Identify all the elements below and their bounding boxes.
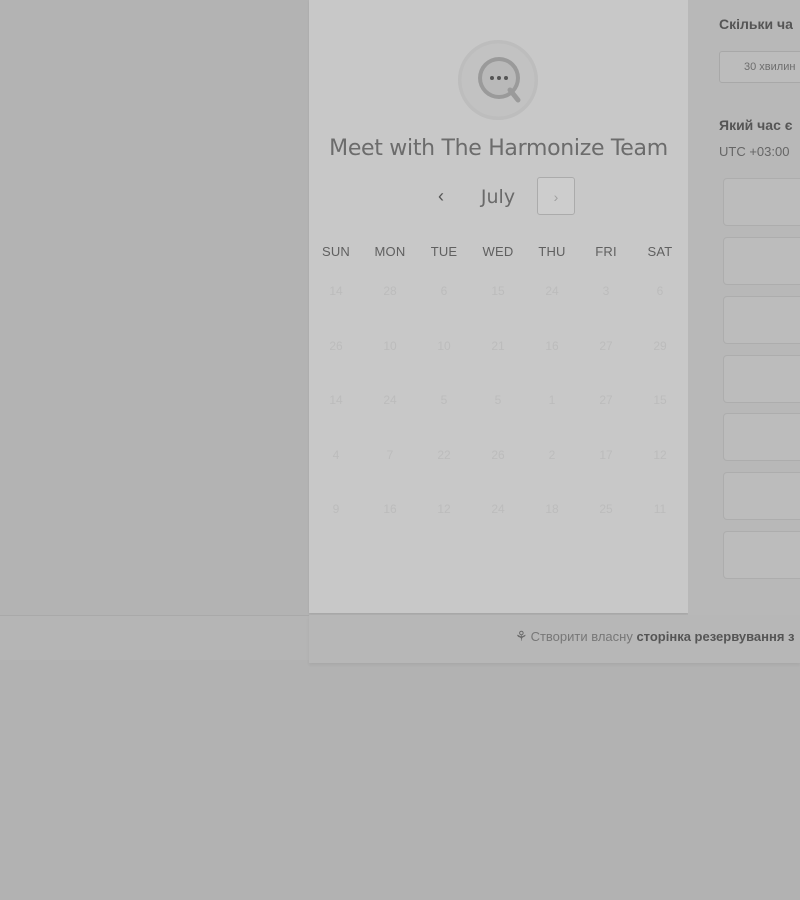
- time-slot[interactable]: [723, 237, 800, 285]
- calendar-day: 3: [602, 284, 610, 298]
- weekday-mon: MON: [374, 244, 406, 259]
- calendar-day: 24: [491, 502, 505, 516]
- calendar-day: 22: [437, 447, 451, 462]
- weekday-header: SUN MON TUE WED THU FRI SAT: [309, 244, 688, 264]
- calendar-day: 6: [440, 284, 448, 298]
- calendar-day: 17: [599, 447, 613, 462]
- time-slot[interactable]: [723, 355, 800, 403]
- team-avatar: [458, 40, 538, 120]
- footer-text: Створити власну: [530, 629, 637, 644]
- next-month-button[interactable]: ›: [537, 177, 575, 215]
- calendar-day: 12: [653, 447, 667, 462]
- calendar-day: 24: [383, 393, 397, 407]
- duration-option-button[interactable]: 30 хвилин: [719, 51, 800, 83]
- calendar-day: 10: [383, 338, 397, 353]
- calendar-day: 16: [383, 502, 397, 516]
- calendar-day: 27: [599, 338, 613, 353]
- calendar-day: 1: [548, 393, 556, 407]
- calendar-day: 24: [545, 284, 559, 298]
- calendar-day: 15: [653, 393, 667, 407]
- calendar-day: 2: [548, 447, 556, 462]
- previous-month-button[interactable]: ‹: [427, 182, 455, 210]
- month-label: July: [480, 186, 516, 208]
- sprocket-icon: ⚘: [515, 628, 528, 644]
- weekday-fri: FRI: [595, 244, 617, 259]
- time-label: Який час є: [719, 117, 793, 133]
- calendar-day: 9: [332, 502, 340, 516]
- duration-label: Скільки ча: [719, 16, 793, 32]
- calendar-day: 18: [545, 502, 559, 516]
- calendar-day: 14: [329, 284, 343, 298]
- weekday-sat: SAT: [647, 244, 673, 259]
- time-slot[interactable]: [723, 472, 800, 520]
- page-title: Meet with The Harmonize Team: [329, 136, 668, 161]
- calendar-day: 29: [653, 338, 667, 353]
- time-selection-panel: Скільки ча 30 хвилин Який час є UTC +03:…: [688, 0, 800, 615]
- calendar-day: 4: [332, 447, 340, 462]
- footer-text-bold: сторінка резервування з: [636, 629, 795, 644]
- month-navigation: ‹ July ›: [309, 176, 688, 218]
- calendar-day: 27: [599, 393, 613, 407]
- weekday-tue: TUE: [430, 244, 458, 259]
- calendar-day: 16: [545, 338, 559, 353]
- timezone-label[interactable]: UTC +03:00: [719, 144, 789, 159]
- calendar-day: 12: [437, 502, 451, 516]
- footer: ⚘ Створити власну сторінка резервування з: [309, 615, 800, 663]
- weekday-thu: THU: [538, 244, 566, 259]
- calendar-day: 25: [599, 502, 613, 516]
- calendar-day: 10: [437, 338, 451, 353]
- create-booking-page-link[interactable]: ⚘ Створити власну сторінка резервування з: [515, 628, 795, 645]
- calendar-day: 6: [656, 284, 664, 298]
- booking-card: Meet with The Harmonize Team ‹ July › SU…: [309, 0, 688, 613]
- calendar-day: 26: [329, 338, 343, 353]
- calendar-day: 5: [494, 393, 502, 407]
- calendar-day: 21: [491, 338, 505, 353]
- weekday-wed: WED: [482, 244, 514, 259]
- background-left-lower: [0, 616, 309, 660]
- chat-bubble-icon: [458, 40, 538, 120]
- weekday-sun: SUN: [321, 244, 351, 259]
- time-slot[interactable]: [723, 178, 800, 226]
- time-slot[interactable]: [723, 531, 800, 579]
- calendar-day: 14: [329, 393, 343, 407]
- calendar-day: 26: [491, 447, 505, 462]
- calendar-day: 15: [491, 284, 505, 298]
- time-slot[interactable]: [723, 413, 800, 461]
- calendar-day: 28: [383, 284, 397, 298]
- calendar-day: 11: [653, 502, 667, 516]
- background-left: [0, 0, 309, 616]
- time-slot[interactable]: [723, 296, 800, 344]
- calendar-day: 7: [386, 447, 394, 462]
- calendar-day: 5: [440, 393, 448, 407]
